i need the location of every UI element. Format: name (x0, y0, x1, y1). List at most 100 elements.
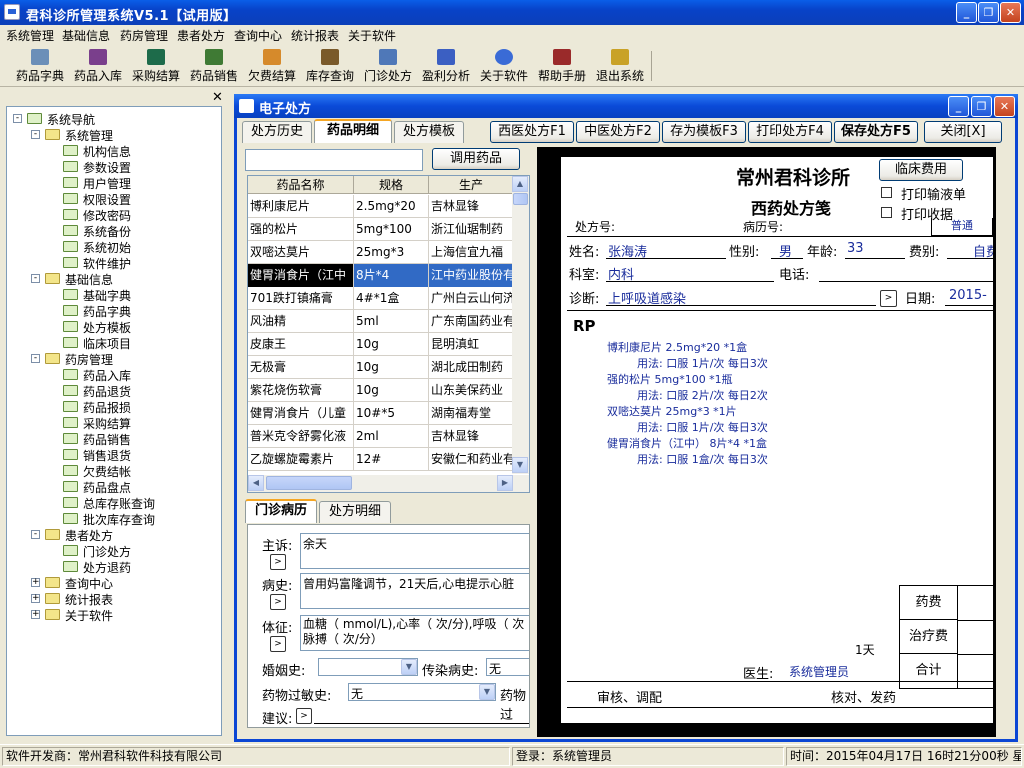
toolbar-about-button[interactable]: 关于软件 (478, 47, 530, 85)
advice-expand-button[interactable]: > (296, 708, 312, 724)
expand-icon[interactable]: + (31, 578, 40, 587)
table-cell: 湖南福寿堂 (429, 402, 514, 425)
table-row[interactable]: 博利康尼片 2.5mg*20 吉林显锋 (248, 195, 514, 218)
select-drug-button[interactable]: 调用药品 (432, 148, 520, 170)
nav-tree[interactable]: - 系统导航 - 系统管理 机构信息 参数设置 用户管理 权限设置 修改密码 系统备份 系统初始 软件… (6, 106, 222, 736)
hscroll-thumb[interactable] (266, 476, 352, 490)
tree-item-label: 软件维护 (83, 257, 132, 271)
history-expand-button[interactable]: > (270, 594, 286, 610)
scroll-left-icon[interactable]: ◀ (248, 475, 264, 491)
history-field[interactable]: 曾用妈富隆调节，21天后,心电提示心脏 (300, 573, 529, 609)
complaint-expand-button[interactable]: > (270, 554, 286, 570)
scroll-down-icon[interactable]: ▼ (512, 457, 528, 473)
grid-col-spec[interactable]: 规格 (354, 176, 429, 194)
grid-vscrollbar[interactable]: ▲ ▼ (512, 176, 529, 474)
toolbar-help-manual-button[interactable]: 帮助手册 (536, 47, 588, 85)
folder-icon (63, 209, 78, 220)
toolbar-outpatient-rx-button[interactable]: 门诊处方 (362, 47, 414, 85)
pill-icon (31, 49, 49, 65)
rx-close-button[interactable]: ✕ (994, 96, 1015, 117)
rx-minimize-button[interactable]: _ (948, 96, 969, 117)
diagnosis-select-button[interactable]: > (880, 290, 897, 307)
maximize-button[interactable]: ❐ (978, 2, 999, 23)
table-row[interactable]: 701跌打镇痛膏 4#*1盒 广州白云山何济 (248, 287, 514, 310)
rx-item-drug: 双嘧达莫片 25mg*3 *1片 (607, 405, 737, 418)
print-infusion-checkbox[interactable] (881, 187, 892, 198)
rx-maximize-button[interactable]: ❐ (971, 96, 992, 117)
drug-search-input[interactable] (245, 149, 423, 171)
toolbar-arrears-settle-button[interactable]: 欠费结算 (246, 47, 298, 85)
complaint-field[interactable]: 余天 (300, 533, 529, 569)
menu-about[interactable]: 关于软件 (348, 27, 396, 44)
table-row[interactable]: 无极膏 10g 湖北成田制药 (248, 356, 514, 379)
folder-icon (63, 513, 78, 524)
clinical-fee-button[interactable]: 临床费用 (879, 159, 963, 181)
tree-item-label: 系统备份 (83, 225, 132, 239)
fee-underline (947, 258, 993, 259)
close-button[interactable]: ✕ (1000, 2, 1021, 23)
collapse-icon[interactable]: - (31, 274, 40, 283)
minimize-button[interactable]: _ (956, 2, 977, 23)
tab-rx-detail[interactable]: 处方明细 (319, 501, 391, 523)
infectious-field[interactable]: 无 (486, 658, 529, 676)
toolbar-exit-button[interactable]: 退出系统 (594, 47, 646, 85)
print-rx-button[interactable]: 打印处方F4 (748, 121, 832, 143)
status-developer: 软件开发商：常州君科软件科技有限公司 (2, 747, 510, 766)
save-template-button[interactable]: 存为模板F3 (662, 121, 746, 143)
allergy-dropdown-icon[interactable]: ▼ (479, 684, 495, 700)
pen-icon (263, 49, 281, 65)
menu-system[interactable]: 系统管理 (6, 27, 54, 44)
scroll-up-icon[interactable]: ▲ (512, 176, 528, 192)
table-row[interactable]: 强的松片 5mg*100 浙江仙琚制药 (248, 218, 514, 241)
toolbar-drug-sales-button[interactable]: 药品销售 (188, 47, 240, 85)
toolbar-profit-analysis-button[interactable]: 盈利分析 (420, 47, 472, 85)
vitals-field[interactable]: 血糖（ mmol/L),心率（ 次/分),呼吸（ 次 脉搏（ 次/分） (300, 615, 529, 651)
vitals-expand-button[interactable]: > (270, 636, 286, 652)
tab-outpatient-record[interactable]: 门诊病历 (245, 499, 317, 523)
menu-query[interactable]: 查询中心 (234, 27, 282, 44)
table-row[interactable]: 皮康王 10g 昆明滇虹 (248, 333, 514, 356)
tab-rx-template[interactable]: 处方模板 (394, 121, 464, 143)
menu-patient-rx[interactable]: 患者处方 (177, 27, 225, 44)
table-row[interactable]: 乙旋螺旋霉素片 12# 安徽仁和药业有 (248, 448, 514, 471)
advice-line (314, 723, 529, 724)
menu-pharmacy[interactable]: 药房管理 (120, 27, 168, 44)
print-receipt-checkbox[interactable] (881, 207, 892, 218)
outpatient-record-pane: 主诉: 余天 > 病史: 曾用妈富隆调节，21天后,心电提示心脏 > 体征: 血… (247, 524, 530, 728)
scroll-right-icon[interactable]: ▶ (497, 475, 513, 491)
grid-hscrollbar[interactable]: ◀ ▶ (248, 475, 529, 492)
table-row[interactable]: 紫花烧伤软膏 10g 山东美保药业 (248, 379, 514, 402)
collapse-icon[interactable]: - (13, 114, 22, 123)
toolbar-drug-stock-in-button[interactable]: 药品入库 (72, 47, 124, 85)
marriage-dropdown-icon[interactable]: ▼ (401, 659, 417, 675)
collapse-icon[interactable]: - (31, 530, 40, 539)
collapse-icon[interactable]: - (31, 354, 40, 363)
table-row[interactable]: 双嘧达莫片 25mg*3 上海信宜九福 (248, 241, 514, 264)
table-row[interactable]: 健胃消食片（儿童 10#*5 湖南福寿堂 (248, 402, 514, 425)
toolbar-drug-dictionary-button[interactable]: 药品字典 (14, 47, 66, 85)
chinese-rx-button[interactable]: 中医处方F2 (576, 121, 660, 143)
western-rx-button[interactable]: 西医处方F1 (490, 121, 574, 143)
collapse-icon[interactable]: - (31, 130, 40, 139)
table-row[interactable]: 风油精 5ml 广东南国药业有 (248, 310, 514, 333)
drug-grid[interactable]: 药品名称 规格 生产 博利康尼片 2.5mg*20 吉林显锋 强的松片 5mg*100 浙… (247, 175, 530, 493)
toolbar-purchase-settle-button[interactable]: 采购结算 (130, 47, 182, 85)
table-row[interactable]: 普米克令舒雾化液 2ml 吉林显锋 (248, 425, 514, 448)
expand-icon[interactable]: + (31, 594, 40, 603)
toolbar-inventory-query-button[interactable]: 库存查询 (304, 47, 356, 85)
nav-close-icon[interactable]: ✕ (212, 90, 223, 105)
tab-rx-history[interactable]: 处方历史 (242, 121, 312, 143)
table-row[interactable]: 健胃消食片（江中 8片*4 江中药业股份有 (248, 264, 514, 287)
grid-col-name[interactable]: 药品名称 (248, 176, 354, 194)
expand-icon[interactable]: + (31, 610, 40, 619)
menu-reports[interactable]: 统计报表 (291, 27, 339, 44)
table-cell: 8片*4 (354, 264, 429, 287)
rx-item-usage: 用法: 口服 1片/次 每日3次 (637, 421, 768, 434)
menu-basic-info[interactable]: 基础信息 (62, 27, 110, 44)
close-rx-button[interactable]: 关闭[X] (924, 121, 1002, 143)
allergy-select[interactable]: 无 (348, 683, 496, 701)
grid-col-maker[interactable]: 生产 (429, 176, 514, 194)
vscroll-thumb[interactable] (513, 193, 528, 205)
save-rx-button[interactable]: 保存处方F5 (834, 121, 918, 143)
tab-drug-detail[interactable]: 药品明细 (314, 119, 392, 143)
